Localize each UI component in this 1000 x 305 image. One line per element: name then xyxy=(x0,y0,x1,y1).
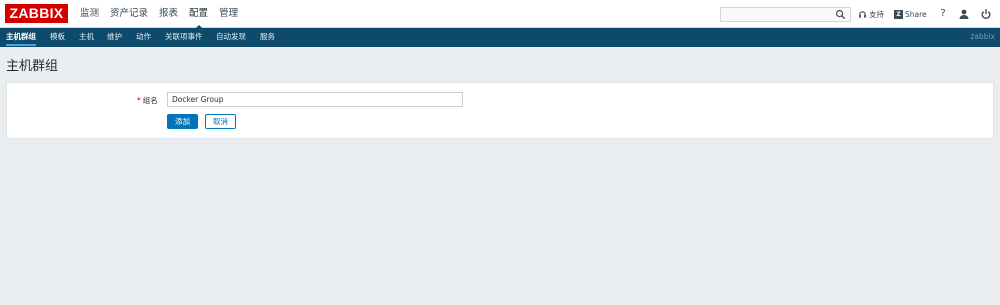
search-input[interactable] xyxy=(721,8,833,21)
add-button[interactable]: 添加 xyxy=(167,114,198,129)
headset-icon xyxy=(859,10,866,18)
host-group-form: *组名 添加 取消 xyxy=(6,82,994,139)
page-title: 主机群组 xyxy=(6,59,59,74)
support-link[interactable]: 支持 xyxy=(858,9,884,20)
subnav-event-correlation[interactable]: 关联项事件 xyxy=(165,28,203,47)
search-icon[interactable] xyxy=(835,9,846,20)
subnav-templates[interactable]: 模板 xyxy=(50,28,65,47)
menu-item-configuration[interactable]: 配置 xyxy=(189,0,208,29)
menu-item-reports[interactable]: 报表 xyxy=(159,0,178,28)
subnav-actions[interactable]: 动作 xyxy=(136,28,151,47)
top-header: ZABBIX 监测 资产记录 报表 配置 管理 支持 Z Share ? xyxy=(0,0,1000,29)
sign-out-icon[interactable] xyxy=(980,8,992,20)
menu-item-administration[interactable]: 管理 xyxy=(219,0,238,28)
cancel-button[interactable]: 取消 xyxy=(205,114,236,129)
server-name: zabbix xyxy=(970,32,995,41)
group-name-label-text: 组名 xyxy=(142,96,158,105)
subnav-host-groups[interactable]: 主机群组 xyxy=(6,28,36,47)
share-label: Share xyxy=(905,9,927,19)
main-menu: 监测 资产记录 报表 配置 管理 xyxy=(80,0,249,29)
subnav-hosts[interactable]: 主机 xyxy=(79,28,94,47)
user-profile-icon[interactable] xyxy=(958,8,970,20)
help-icon[interactable]: ? xyxy=(937,8,949,20)
menu-item-inventory[interactable]: 资产记录 xyxy=(110,0,148,28)
global-search xyxy=(720,7,851,22)
zabbix-logo[interactable]: ZABBIX xyxy=(5,4,68,23)
share-link[interactable]: Z Share xyxy=(894,9,927,19)
header-links: 支持 Z Share xyxy=(858,0,937,28)
subnav-discovery[interactable]: 自动发现 xyxy=(216,28,246,47)
subnav-maintenance[interactable]: 维护 xyxy=(107,28,122,47)
sub-navigation: 主机群组 模板 主机 维护 动作 关联项事件 自动发现 服务 zabbix xyxy=(0,28,1000,47)
support-label: 支持 xyxy=(869,9,884,19)
group-name-label: * 组名 xyxy=(137,95,158,106)
share-icon: Z xyxy=(894,9,903,19)
required-mark: * xyxy=(137,96,141,105)
menu-item-monitoring[interactable]: 监测 xyxy=(80,0,99,28)
group-name-input[interactable] xyxy=(167,92,463,107)
subnav-services[interactable]: 服务 xyxy=(260,28,275,47)
